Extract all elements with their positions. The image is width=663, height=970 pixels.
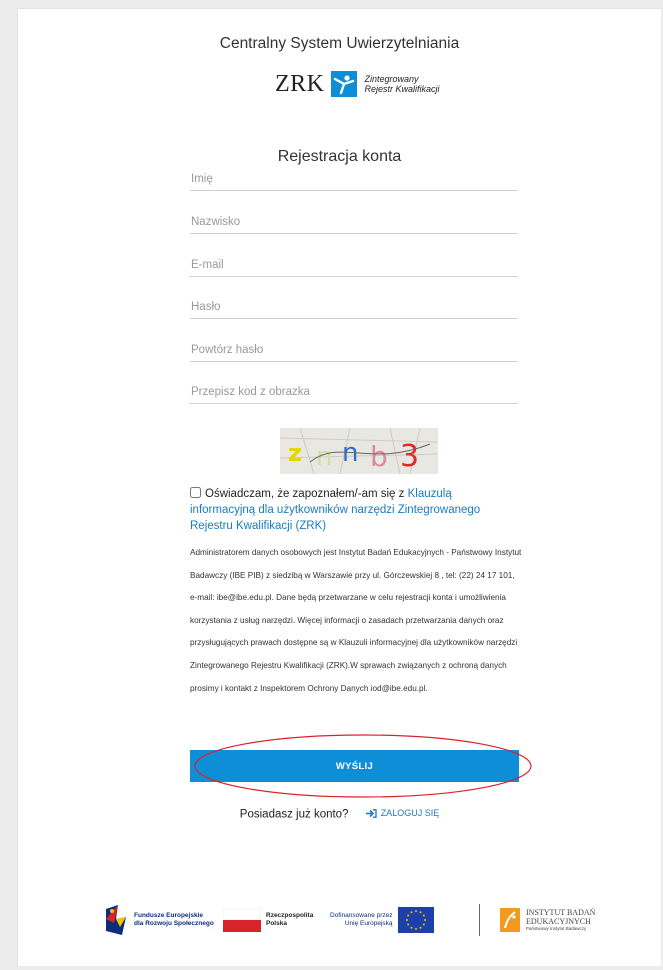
ibe-line3: Państwowy Instytut Badawczy [526, 926, 587, 931]
login-link[interactable]: ZALOGUJ SIĘ [365, 808, 440, 818]
repeat-password-input[interactable] [190, 338, 518, 362]
submit-button[interactable]: WYŚLIJ [190, 750, 519, 782]
sign-in-icon [365, 808, 377, 818]
ibe-logo-icon [500, 908, 520, 932]
fe-line2: dla Rozwoju Społecznego [134, 920, 214, 927]
captcha-input[interactable] [190, 380, 518, 404]
login-link-label: ZALOGUJ SIĘ [380, 808, 440, 818]
password-input[interactable] [190, 295, 518, 319]
zrk-logo: ZRK Zintegrowany Rejestr Kwalifikacji [275, 71, 440, 97]
svg-text:b: b [370, 440, 388, 473]
logo-sub-line1: Zintegrowany [364, 74, 419, 84]
eu-logo: Dofinansowane przez Unię Europejską [330, 900, 434, 940]
first-name-input[interactable] [190, 167, 518, 191]
ibe-line1: INSTYTUT BADAŃ [526, 908, 596, 917]
polish-flag-icon [223, 908, 261, 932]
fe-logo: Fundusze Europejskie dla Rozwoju Społecz… [104, 900, 214, 940]
data-protection-info: Administratorem danych osobowych jest In… [190, 548, 522, 693]
have-account-text: Posiadasz już konto? [239, 808, 349, 821]
rp-logo: Rzeczpospolita Polska [223, 900, 313, 940]
email-input[interactable] [190, 253, 518, 277]
consent-checkbox[interactable] [190, 487, 201, 498]
zrk-figure-icon [330, 71, 357, 97]
consent-label[interactable]: Oświadczam, że zapoznałem/-am się z Klau… [190, 486, 512, 534]
rp-line1: Rzeczpospolita [266, 912, 314, 919]
eu-line1: Dofinansowane przez [330, 912, 393, 919]
footer-divider [479, 904, 480, 936]
registration-card: Centralny System Uwierzytelniania ZRK Zi… [17, 8, 661, 966]
logo-sub-line2: Rejestr Kwalifikacji [364, 84, 440, 94]
funding-footer: Fundusze Europejskie dla Rozwoju Społecz… [106, 900, 618, 940]
fe-line1: Fundusze Europejskie [134, 912, 203, 919]
ibe-line2: EDUKACYJNYCH [526, 917, 591, 926]
eu-line2: Unię Europejską [344, 920, 393, 927]
svg-text:z: z [288, 439, 302, 467]
last-name-input[interactable] [190, 210, 518, 234]
eu-flag-icon [397, 907, 434, 933]
svg-text:3: 3 [400, 439, 419, 474]
fe-flag-icon [106, 905, 126, 935]
logo-subtitle: Zintegrowany Rejestr Kwalifikacji [365, 74, 440, 94]
captcha-image: z n n b 3 [280, 428, 438, 474]
rp-line2: Polska [266, 920, 287, 927]
system-title: Centralny System Uwierzytelniania [219, 35, 460, 52]
form-title: Rejestracja konta [277, 148, 402, 165]
logo-text: ZRK [275, 70, 325, 97]
consent-text: Oświadczam, że zapoznałem/-am się z [205, 488, 408, 500]
ibe-logo: INSTYTUT BADAŃ EDUKACYJNYCH Państwowy In… [500, 900, 595, 940]
login-row: Posiadasz już konto? ZALOGUJ SIĘ [18, 808, 661, 821]
